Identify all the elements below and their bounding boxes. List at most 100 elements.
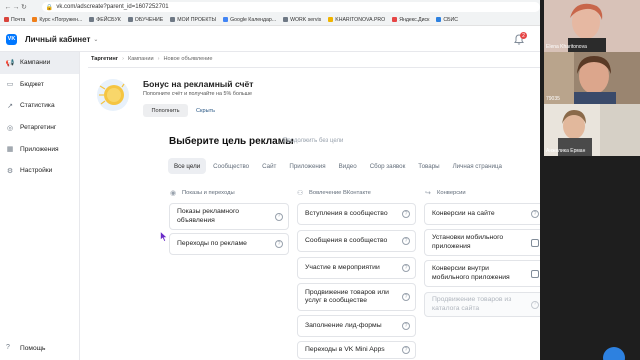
help-circle-icon[interactable]: ? — [275, 212, 283, 221]
help-circle-icon[interactable]: ? — [402, 293, 410, 301]
goal-card[interactable]: Переходы по рекламе? — [169, 233, 289, 255]
bookmark-icon — [4, 17, 9, 22]
bookmark-label: СБИС — [443, 16, 459, 23]
mouse-cursor-icon — [160, 231, 168, 242]
bookmark-item[interactable]: Почта — [4, 17, 25, 23]
goal-card[interactable]: Конверсии на сайте? — [424, 203, 545, 225]
goal-card[interactable]: Установки мобильного приложения — [424, 229, 545, 256]
bookmark-item[interactable]: Google Календар... — [223, 17, 276, 23]
bookmark-label: ФЕЙСБУК — [96, 16, 121, 23]
column-heading: ◉ Показы и переходы — [170, 189, 235, 197]
sidebar-item-label: Приложения — [20, 145, 59, 153]
reload-icon[interactable]: ↻ — [20, 3, 28, 11]
browser-address-bar: ← → ↻ 🔒 vk.com/adscreate?parent_id=16072… — [0, 0, 540, 14]
goal-card[interactable]: Заполнение лид-формы? — [297, 315, 416, 337]
url-field[interactable]: 🔒 vk.com/adscreate?parent_id=1607252701 — [41, 2, 540, 12]
back-icon[interactable]: ← — [4, 4, 12, 11]
bonus-title: Бонус на рекламный счёт — [143, 79, 254, 89]
video-tile[interactable]: Elena Kharitonova — [544, 0, 640, 52]
goal-card-label: Установки мобильного приложения — [432, 234, 504, 250]
sidebar-item[interactable]: ⚙ Настройки — [0, 160, 79, 182]
bookmarks-bar: Почта Курс «Погружен... ФЕЙСБУК ОБУЧЕНИЕ МОИ… — [0, 14, 540, 26]
chevron-down-icon[interactable]: ⌄ — [93, 36, 98, 43]
video-tile[interactable]: Анжелика Ерман — [544, 104, 640, 156]
goal-card-label: Конверсии внутри мобильного приложения — [432, 265, 510, 281]
video-tile[interactable]: 79035 — [544, 52, 640, 104]
help-circle-icon[interactable]: ? — [402, 237, 410, 245]
goal-card: Продвижение товаров из каталога сайта? — [424, 292, 545, 317]
participant-name: 79035 — [546, 96, 560, 102]
goal-card[interactable]: Конверсии внутри мобильного приложения — [424, 260, 545, 287]
help-circle-icon[interactable]: ? — [402, 322, 410, 330]
goal-card[interactable]: Продвижение товаров или услуг в сообщест… — [297, 283, 416, 311]
goal-card-label: Участие в мероприятии — [305, 263, 380, 271]
bookmark-icon — [328, 17, 334, 22]
goal-filter-tab[interactable]: Сайт — [256, 158, 282, 174]
bookmark-label: МОИ ПРОЕКТЫ — [177, 16, 217, 23]
goal-card[interactable]: Вступления в сообщество? — [297, 203, 416, 225]
goal-card-label: Сообщения в сообщество — [305, 236, 388, 244]
bookmark-item[interactable]: СБИС — [436, 17, 458, 23]
sidebar-item-label: Настройки — [20, 167, 53, 175]
image-icon[interactable] — [531, 238, 539, 247]
goal-filter-tab[interactable]: Все цели — [168, 158, 207, 174]
continue-without-goal-link[interactable]: Продолжить без цели — [283, 138, 343, 144]
goal-card[interactable]: Показы рекламного объявления? — [169, 203, 289, 230]
goal-card-label: Переходы в VK Mini Apps — [305, 345, 385, 353]
bookmark-item[interactable]: ФЕЙСБУК — [89, 16, 121, 23]
cabinet-title[interactable]: Личный кабинет — [25, 35, 90, 44]
breadcrumb-item[interactable]: Новое объявление — [164, 56, 213, 62]
column-heading-label: Показы и переходы — [182, 190, 235, 196]
sidebar-item[interactable]: ▦ Приложения — [0, 138, 79, 160]
bookmark-icon — [392, 17, 398, 22]
help-circle-icon[interactable]: ? — [531, 210, 539, 218]
goal-filter-tabs: Все цели Сообщество Сайт Приложения Видео Сбо… — [168, 158, 509, 174]
bookmark-item[interactable]: WORK servis — [283, 17, 321, 23]
bookmark-item[interactable]: Курс «Погружен... — [32, 17, 82, 23]
sidebar-item[interactable]: ↗ Статистика — [0, 95, 79, 117]
goal-card[interactable]: Переходы в VK Mini Apps? — [297, 341, 416, 359]
goal-filter-tab[interactable]: Личная страница — [447, 158, 508, 174]
image-icon[interactable] — [531, 269, 539, 278]
divider — [88, 67, 540, 68]
sidebar-item[interactable]: ◎ Ретаргетинг — [0, 117, 79, 139]
goal-card-label: Показы рекламного объявления — [177, 208, 240, 224]
apps-icon: ▦ — [6, 146, 14, 154]
bookmark-item[interactable]: Яндекс.Диск — [392, 17, 429, 23]
topup-button[interactable]: Пополнить — [143, 104, 188, 117]
breadcrumb-item[interactable]: Кампании — [128, 56, 154, 62]
help-circle-icon[interactable]: ? — [402, 264, 410, 272]
breadcrumb-item[interactable]: Таргетинг — [91, 56, 118, 62]
help-circle-icon[interactable]: ? — [402, 346, 410, 354]
sidebar-item-label: Кампании — [20, 59, 51, 67]
bookmark-label: WORK servis — [290, 16, 322, 23]
goal-card[interactable]: Участие в мероприятии? — [297, 257, 416, 279]
forward-icon[interactable]: → — [12, 4, 20, 11]
sidebar-item-help[interactable]: ? Помощь — [0, 340, 45, 356]
goal-card[interactable]: Сообщения в сообщество? — [297, 230, 416, 252]
url-text: vk.com/adscreate?parent_id=1607252701 — [56, 4, 169, 10]
bookmark-icon — [89, 17, 95, 22]
sidebar-item[interactable]: 📢 Кампании — [0, 52, 79, 74]
hide-button[interactable]: Скрыть — [196, 104, 215, 117]
goal-filter-tab[interactable]: Видео — [333, 158, 363, 174]
sidebar-item[interactable]: ▭ Бюджет — [0, 74, 79, 96]
chart-icon: ↗ — [7, 102, 13, 110]
bookmark-icon — [170, 17, 176, 22]
goal-filter-tab[interactable]: Приложения — [283, 158, 331, 174]
bookmark-label: ОБУЧЕНИЕ — [134, 16, 164, 23]
sidebar: 📢 Кампании ▭ Бюджет ↗ Статистика ◎ Ретаргетинг ▦… — [0, 52, 80, 360]
goal-filter-tab[interactable]: Сбор заявок — [364, 158, 412, 174]
goal-filter-tab[interactable]: Товары — [412, 158, 445, 174]
goal-filter-tab[interactable]: Сообщество — [207, 158, 255, 174]
help-circle-icon[interactable]: ? — [275, 240, 283, 248]
help-circle-icon[interactable]: ? — [402, 210, 410, 218]
bookmark-item[interactable]: МОИ ПРОЕКТЫ — [170, 17, 216, 23]
goal-card-label: Заполнение лид-формы — [305, 321, 382, 329]
bookmark-item[interactable]: ОБУЧЕНИЕ — [127, 16, 164, 23]
bookmark-item[interactable]: KHARITONOVA.PRO — [328, 17, 385, 23]
help-circle-icon[interactable]: ? — [531, 300, 539, 309]
sidebar-item-label: Статистика — [20, 102, 55, 110]
vk-logo[interactable]: VK — [6, 33, 17, 45]
column-heading: ⚇ Вовлечение ВКонтакте — [297, 189, 371, 197]
